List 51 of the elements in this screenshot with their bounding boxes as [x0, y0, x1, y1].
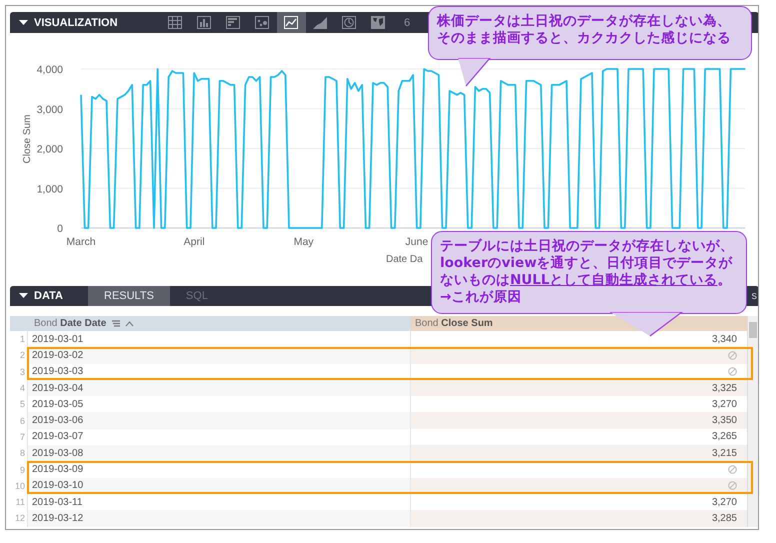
axis-tick-label: May: [294, 236, 314, 248]
null-icon: [728, 350, 737, 360]
table-cell: 3,350: [712, 415, 737, 426]
table-cell: 2019-03-08: [27, 445, 411, 462]
axis-title: Date Da: [386, 254, 423, 265]
tab[interactable]: RESULTS: [88, 286, 170, 306]
null-icon: [728, 367, 737, 376]
table-cell: 3,265: [712, 431, 737, 442]
collapse-icon[interactable]: [19, 293, 28, 299]
table-cell: 2019-03-01: [27, 331, 411, 348]
axis-tick-label: 4,000: [36, 64, 63, 76]
table-cell: 3,270: [712, 398, 737, 410]
area-chart-icon: [313, 16, 328, 29]
table-cell: 2019-03-12: [27, 510, 411, 527]
toolbar-label: s: [752, 290, 757, 302]
chart-type-button[interactable]: 6: [392, 12, 422, 33]
scatter-chart-icon: [255, 16, 270, 29]
column-header[interactable]: Bond Date Date: [10, 316, 411, 331]
axis-tick-label: 1,000: [36, 183, 63, 196]
panel-title: DATA: [34, 290, 64, 302]
axis-title: Close Sum: [22, 114, 33, 164]
collapse-icon[interactable]: [19, 20, 28, 26]
table-cell: 2019-03-06: [27, 412, 411, 429]
column-chart-icon: [197, 16, 212, 29]
chart-type-button[interactable]: [276, 12, 306, 33]
axis-tick-label: March: [66, 236, 96, 248]
axis-tick-label: 3,000: [36, 104, 63, 116]
table-cell: 3,325: [712, 382, 737, 394]
table-cell: 3,340: [712, 334, 737, 345]
table-cell: 3,215: [712, 448, 737, 459]
table-cell: 2019-03-11: [27, 494, 411, 510]
callout-text: テーブルには土日祝のデータが存在しないが、 lookerのviewを通すと、日付項目でデータが ないものはNULLとして自動生成されている。 →これが原因: [440, 238, 735, 306]
table-cell: 2019-03-07: [27, 428, 411, 446]
null-icon: [728, 465, 737, 474]
bar-chart-icon: [226, 16, 240, 29]
panel-title: VISUALIZATION: [34, 16, 118, 28]
axis-tick-label: 0: [57, 223, 63, 235]
axis-tick-label: 2,000: [36, 144, 63, 156]
table-cell: 2019-03-05: [27, 396, 411, 412]
axis-tick-label: April: [184, 236, 205, 248]
null-icon: [728, 481, 737, 490]
callout-text: 株価データは土日祝のデータが存在しない為、 そのまま描画すると、カクカクした感じになる: [437, 13, 732, 47]
scrollbar[interactable]: [747, 316, 758, 527]
axis-tick-label: June: [405, 236, 428, 248]
table-cell: 2019-03-04: [27, 380, 411, 396]
table-cell: 3,285: [712, 512, 737, 524]
map-icon: [371, 16, 386, 29]
line-chart-icon: [284, 16, 298, 29]
grid-icon: [168, 16, 182, 29]
table-cell: 3,270: [712, 496, 737, 508]
clock-icon: [342, 16, 356, 29]
